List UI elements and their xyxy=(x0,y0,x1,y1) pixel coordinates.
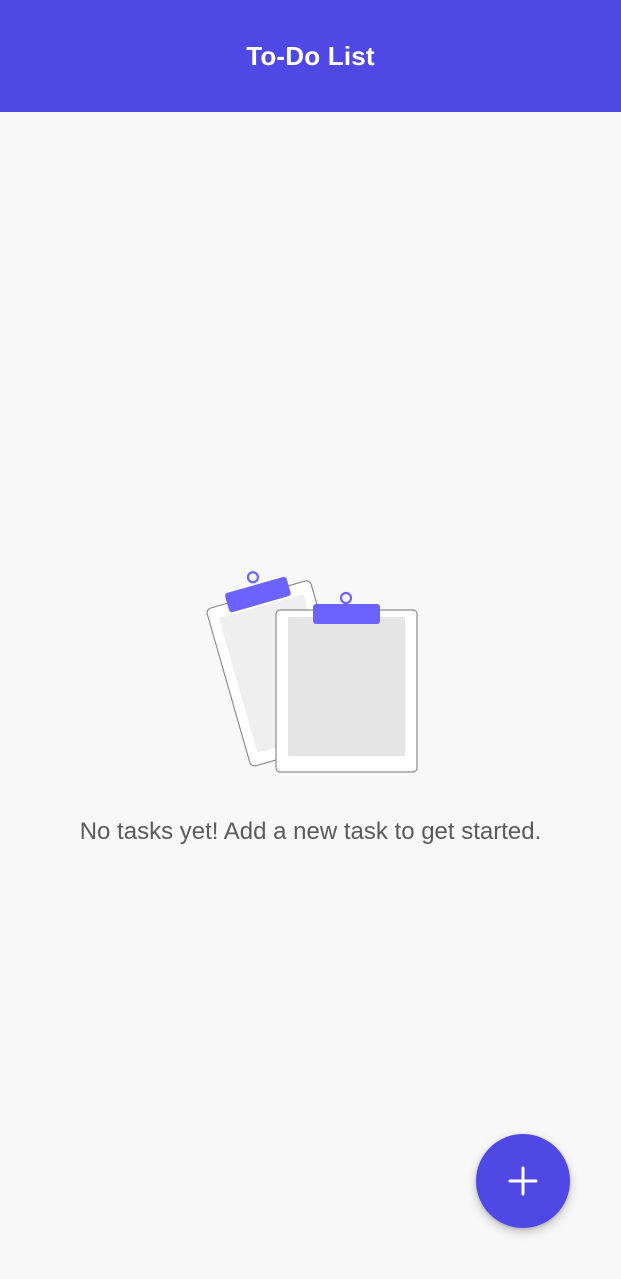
task-list-area: No tasks yet! Add a new task to get star… xyxy=(0,112,621,1279)
add-task-button[interactable] xyxy=(476,1134,570,1228)
app-title: To-Do List xyxy=(246,40,375,71)
empty-state-message: No tasks yet! Add a new task to get star… xyxy=(79,818,542,845)
clipboards-icon xyxy=(200,560,422,776)
app-bar: To-Do List xyxy=(0,0,621,112)
plus-icon xyxy=(508,1166,538,1196)
